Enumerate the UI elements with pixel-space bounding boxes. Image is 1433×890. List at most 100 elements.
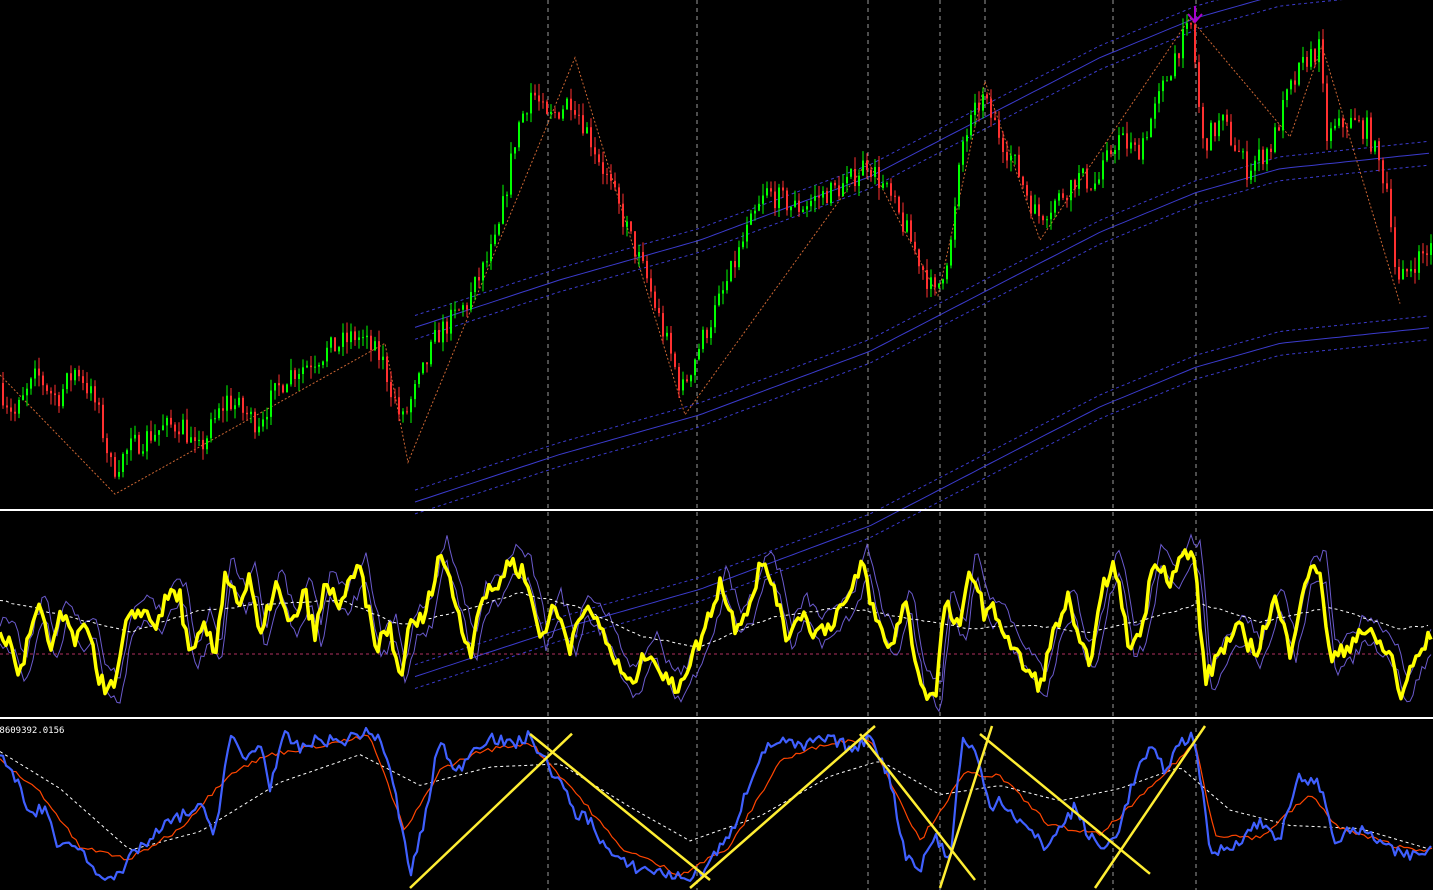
trendline-6[interactable] (1093, 725, 1207, 889)
candle (606, 167, 608, 185)
candle (738, 240, 740, 271)
candle (986, 92, 988, 105)
candle (970, 110, 972, 140)
candle (558, 111, 560, 120)
candle (102, 397, 104, 443)
candle (238, 392, 240, 408)
panel-separators[interactable] (0, 509, 1433, 719)
candle (942, 278, 944, 290)
candle (26, 383, 28, 407)
candle (1154, 96, 1156, 129)
candle (810, 194, 812, 212)
candle (1374, 140, 1376, 155)
trendline-3[interactable] (859, 733, 976, 881)
candle (1042, 214, 1044, 226)
candle (546, 99, 548, 115)
candle (486, 251, 488, 268)
candle (1090, 188, 1092, 192)
candle (526, 112, 528, 122)
candle (190, 426, 192, 443)
candle (422, 362, 424, 375)
candle (1386, 171, 1388, 193)
lower-indicator-panel[interactable] (0, 725, 1433, 889)
candle (674, 351, 676, 370)
candle (1378, 137, 1380, 172)
candle (438, 322, 440, 343)
trendline-5[interactable] (979, 733, 1151, 875)
candle (622, 193, 624, 235)
candle (1362, 117, 1364, 145)
candle (670, 326, 672, 362)
candle (1118, 127, 1120, 160)
candle (574, 100, 576, 119)
candle (890, 178, 892, 202)
candle (1178, 52, 1180, 67)
candle (178, 422, 180, 443)
candle (1034, 194, 1036, 215)
candle (906, 213, 908, 234)
candle (1250, 163, 1252, 184)
candle (1302, 46, 1304, 71)
candle (766, 181, 768, 199)
candle (306, 360, 308, 369)
candle (1122, 126, 1124, 136)
candle (166, 415, 168, 437)
candle (202, 431, 204, 460)
candle (410, 396, 412, 424)
candle (1338, 109, 1340, 129)
candle (450, 303, 452, 341)
candle (534, 84, 536, 101)
candle (706, 327, 708, 344)
candle (834, 180, 836, 189)
candle (46, 383, 48, 395)
candle (42, 371, 44, 396)
candle (782, 180, 784, 198)
candle (798, 193, 800, 217)
candle (730, 260, 732, 283)
oscillator-panel[interactable] (0, 533, 1433, 713)
candle (382, 345, 384, 370)
candle (1054, 198, 1056, 218)
candle (1202, 102, 1204, 149)
candle (330, 336, 332, 353)
trendline-2[interactable] (689, 725, 876, 889)
trading-chart[interactable] (0, 0, 1433, 890)
candle (1402, 260, 1404, 280)
candle (662, 305, 664, 343)
candle (770, 181, 772, 197)
candle (342, 323, 344, 357)
candle (1330, 122, 1332, 149)
price-panel[interactable] (0, 0, 1432, 689)
candle (966, 128, 968, 152)
candle (370, 329, 372, 362)
candle (274, 382, 276, 400)
candle (242, 395, 244, 421)
candle (298, 368, 300, 391)
candle (998, 111, 1000, 145)
candle (654, 285, 656, 311)
candle (1206, 137, 1208, 159)
indicator-value-label: 88609392.0156 (0, 726, 65, 736)
candle (1146, 131, 1148, 141)
candle (1254, 155, 1256, 183)
candle (98, 397, 100, 414)
candle (502, 184, 504, 225)
candle (510, 142, 512, 198)
candle (702, 326, 704, 353)
candle (6, 396, 8, 414)
candle (1078, 164, 1080, 196)
candle (426, 362, 428, 373)
candle (1286, 88, 1288, 108)
candle (286, 383, 288, 393)
candle (1158, 83, 1160, 113)
candle (1026, 181, 1028, 201)
candle (1370, 112, 1372, 155)
trendline-4[interactable] (938, 725, 994, 889)
candle (614, 172, 616, 191)
candle (150, 420, 152, 444)
candle (118, 460, 120, 480)
candle (894, 190, 896, 204)
candle (1038, 197, 1040, 224)
candle (434, 321, 436, 344)
candle (1150, 117, 1152, 138)
